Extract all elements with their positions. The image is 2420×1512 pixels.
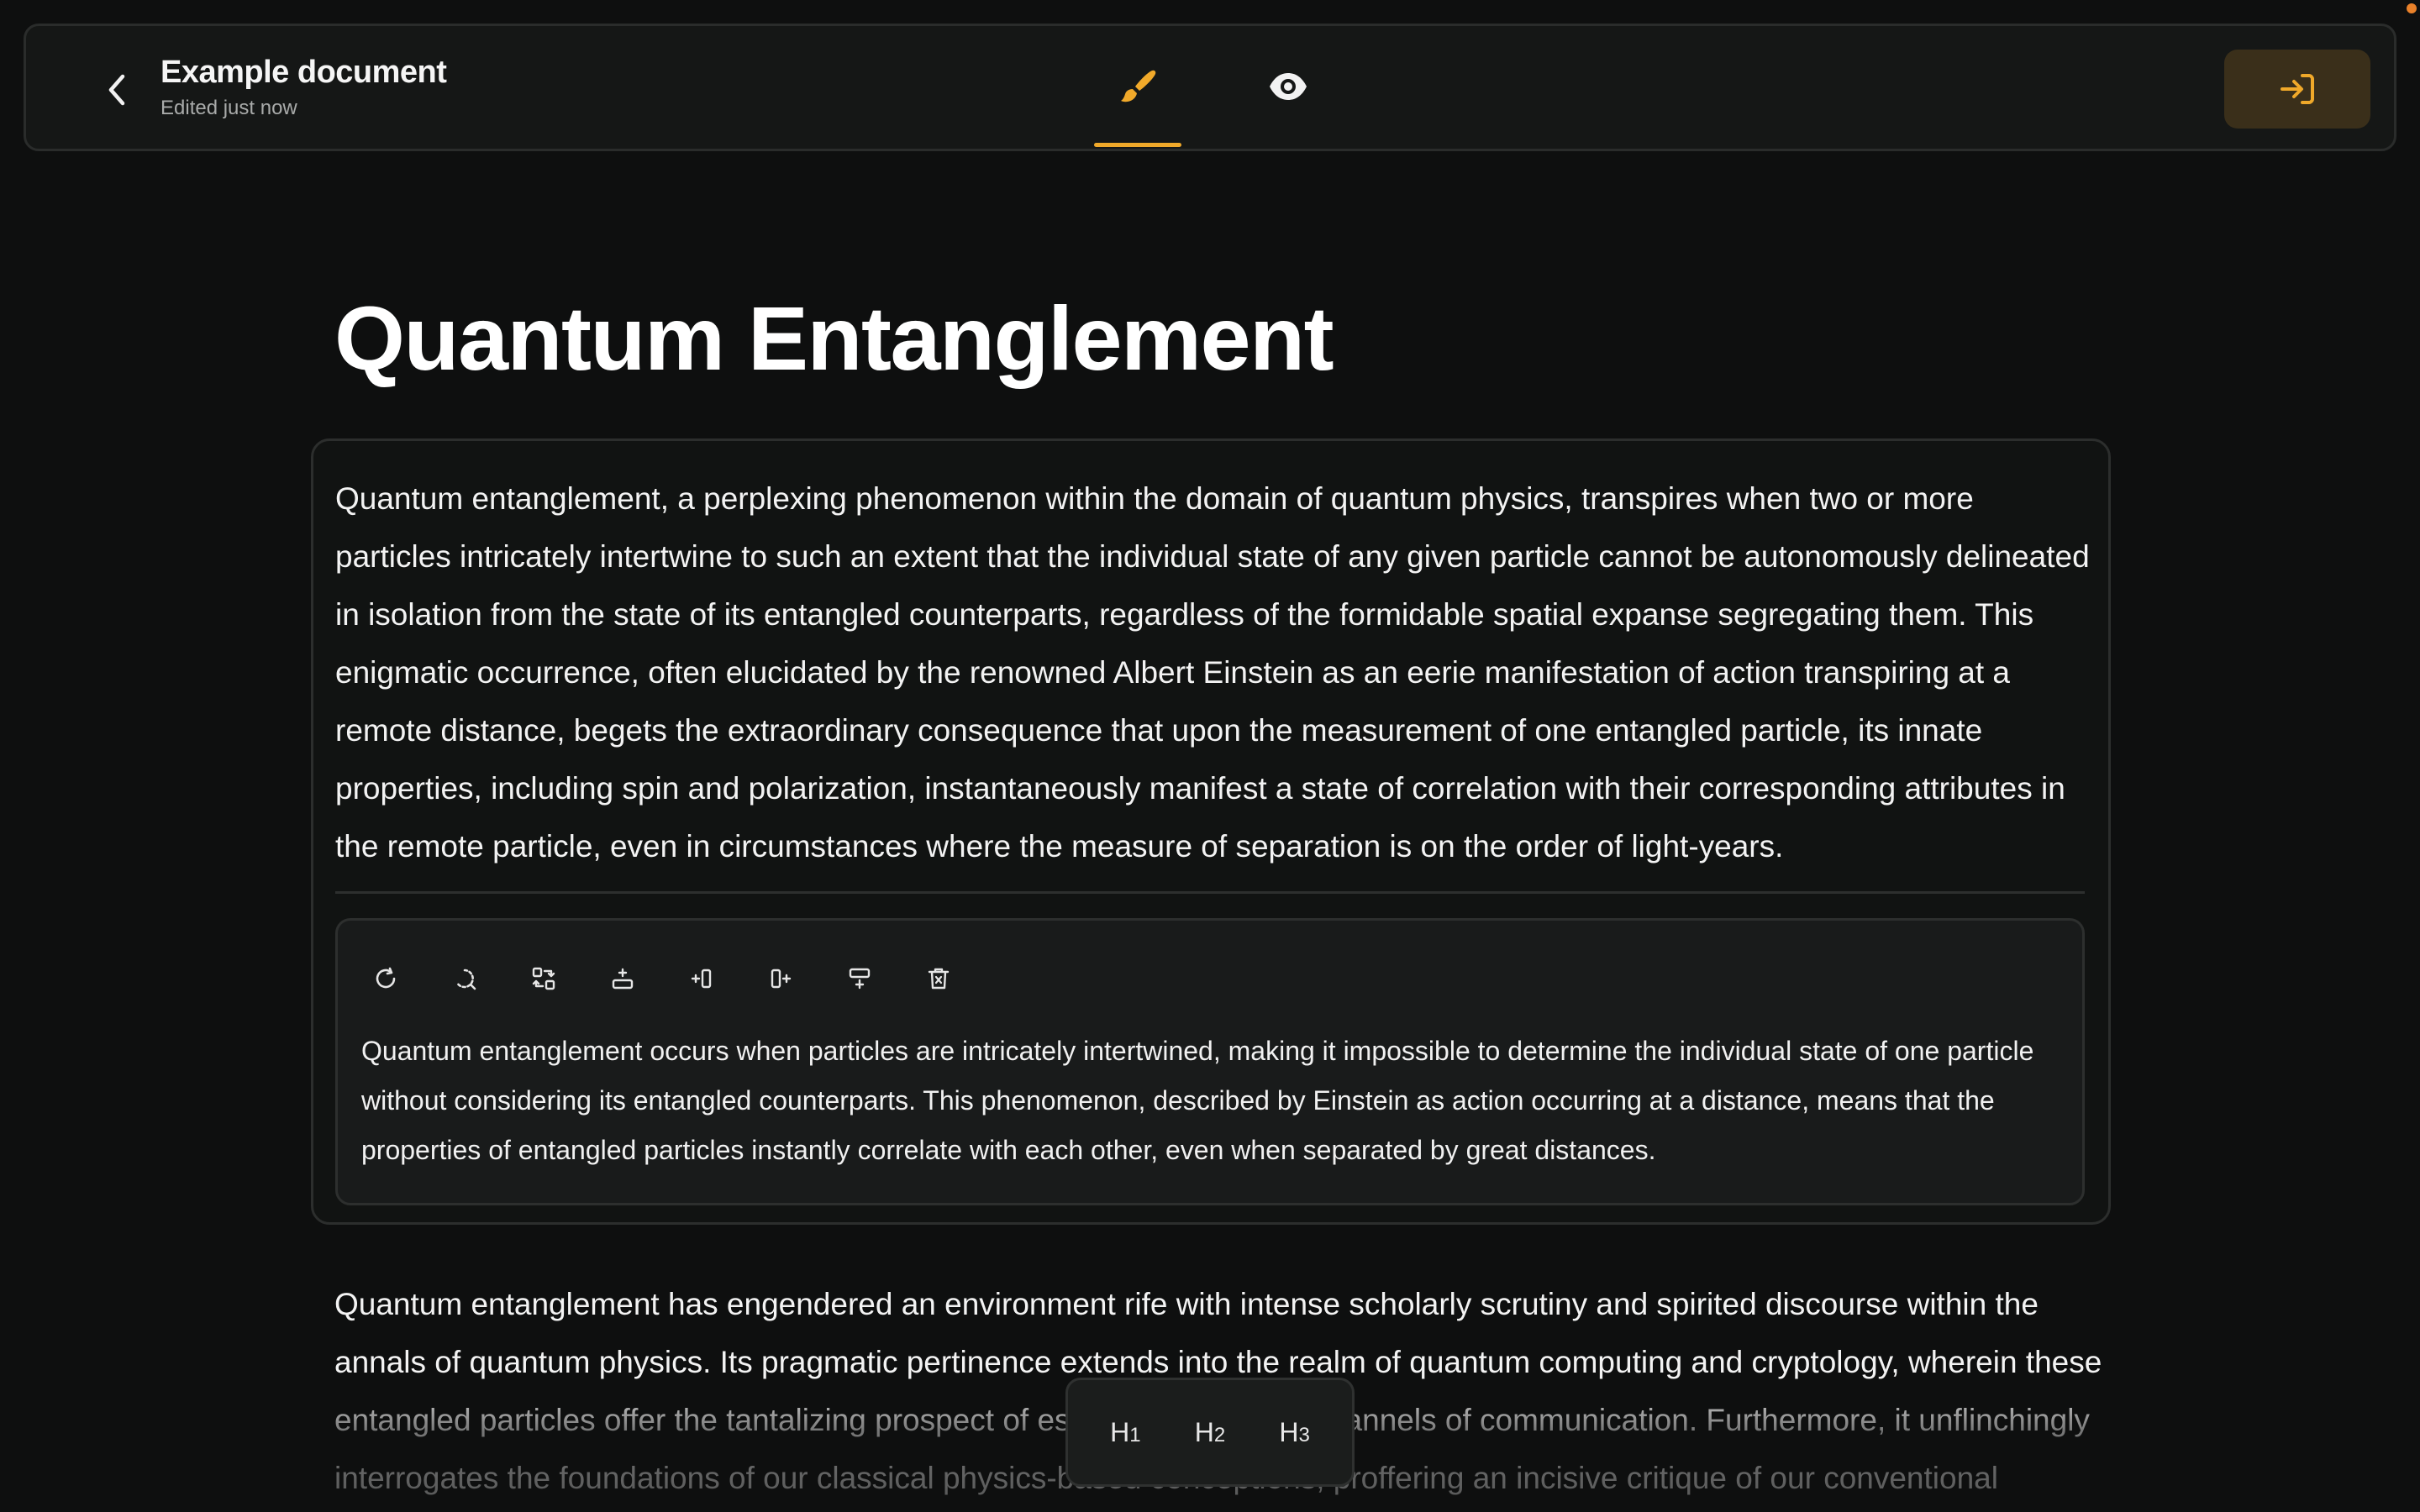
insert-above-icon [612,968,634,990]
heading-3-button[interactable]: H3 [1272,1409,1316,1457]
back-button[interactable] [85,65,149,115]
delete-button[interactable] [914,954,963,1003]
insert-below-button[interactable] [835,954,884,1003]
insert-before-button[interactable] [677,954,726,1003]
chevron-left-icon [108,74,125,106]
heading-1-level: 1 [1129,1423,1141,1446]
insert-after-icon [771,969,792,989]
sign-in-icon [2281,74,2314,104]
brush-icon [1121,70,1156,102]
insert-after-button[interactable] [756,954,805,1003]
replace-button[interactable] [519,954,568,1003]
document-header: Example document Edited just now [160,53,447,120]
eye-icon [1270,73,1307,100]
block-paragraph[interactable]: Quantum entanglement, a perplexing pheno… [335,470,2091,875]
heading-1-button[interactable]: H1 [1103,1409,1147,1457]
replace-icon [532,967,555,990]
top-bar: Example document Edited just now [24,24,2396,151]
status-dot [2407,3,2417,13]
heading-2-level: 2 [1213,1423,1226,1446]
insert-below-icon [849,968,871,990]
rewrite-button[interactable] [440,954,489,1003]
active-tab-indicator [1094,143,1181,147]
heading-menu: H1 H2 H3 [1065,1378,1355,1487]
tab-preview[interactable] [1244,45,1332,129]
rewrite-icon [455,969,476,990]
page-title[interactable]: Quantum Entanglement [334,284,1334,393]
insert-above-button[interactable] [598,954,647,1003]
ai-suggestion-panel: Quantum entanglement occurs when particl… [335,918,2085,1205]
suggestion-text: Quantum entanglement occurs when particl… [361,1036,2034,1165]
heading-2-label: H [1194,1416,1214,1447]
regenerate-button[interactable] [361,954,410,1003]
heading-3-label: H [1279,1416,1299,1447]
heading-3-level: 3 [1298,1423,1310,1446]
tab-edit[interactable] [1094,45,1181,129]
insert-before-icon [691,969,712,989]
selected-block[interactable]: Quantum entanglement, a perplexing pheno… [311,438,2111,1225]
delete-icon [928,968,950,990]
heading-2-button[interactable]: H2 [1188,1409,1232,1457]
heading-1-label: H [1110,1416,1130,1447]
divider [335,891,2085,894]
refresh-icon [376,967,396,989]
suggestion-toolbar [361,954,993,1003]
publish-button[interactable] [2224,50,2370,129]
document-title: Example document [160,55,447,90]
document-status: Edited just now [160,97,297,119]
